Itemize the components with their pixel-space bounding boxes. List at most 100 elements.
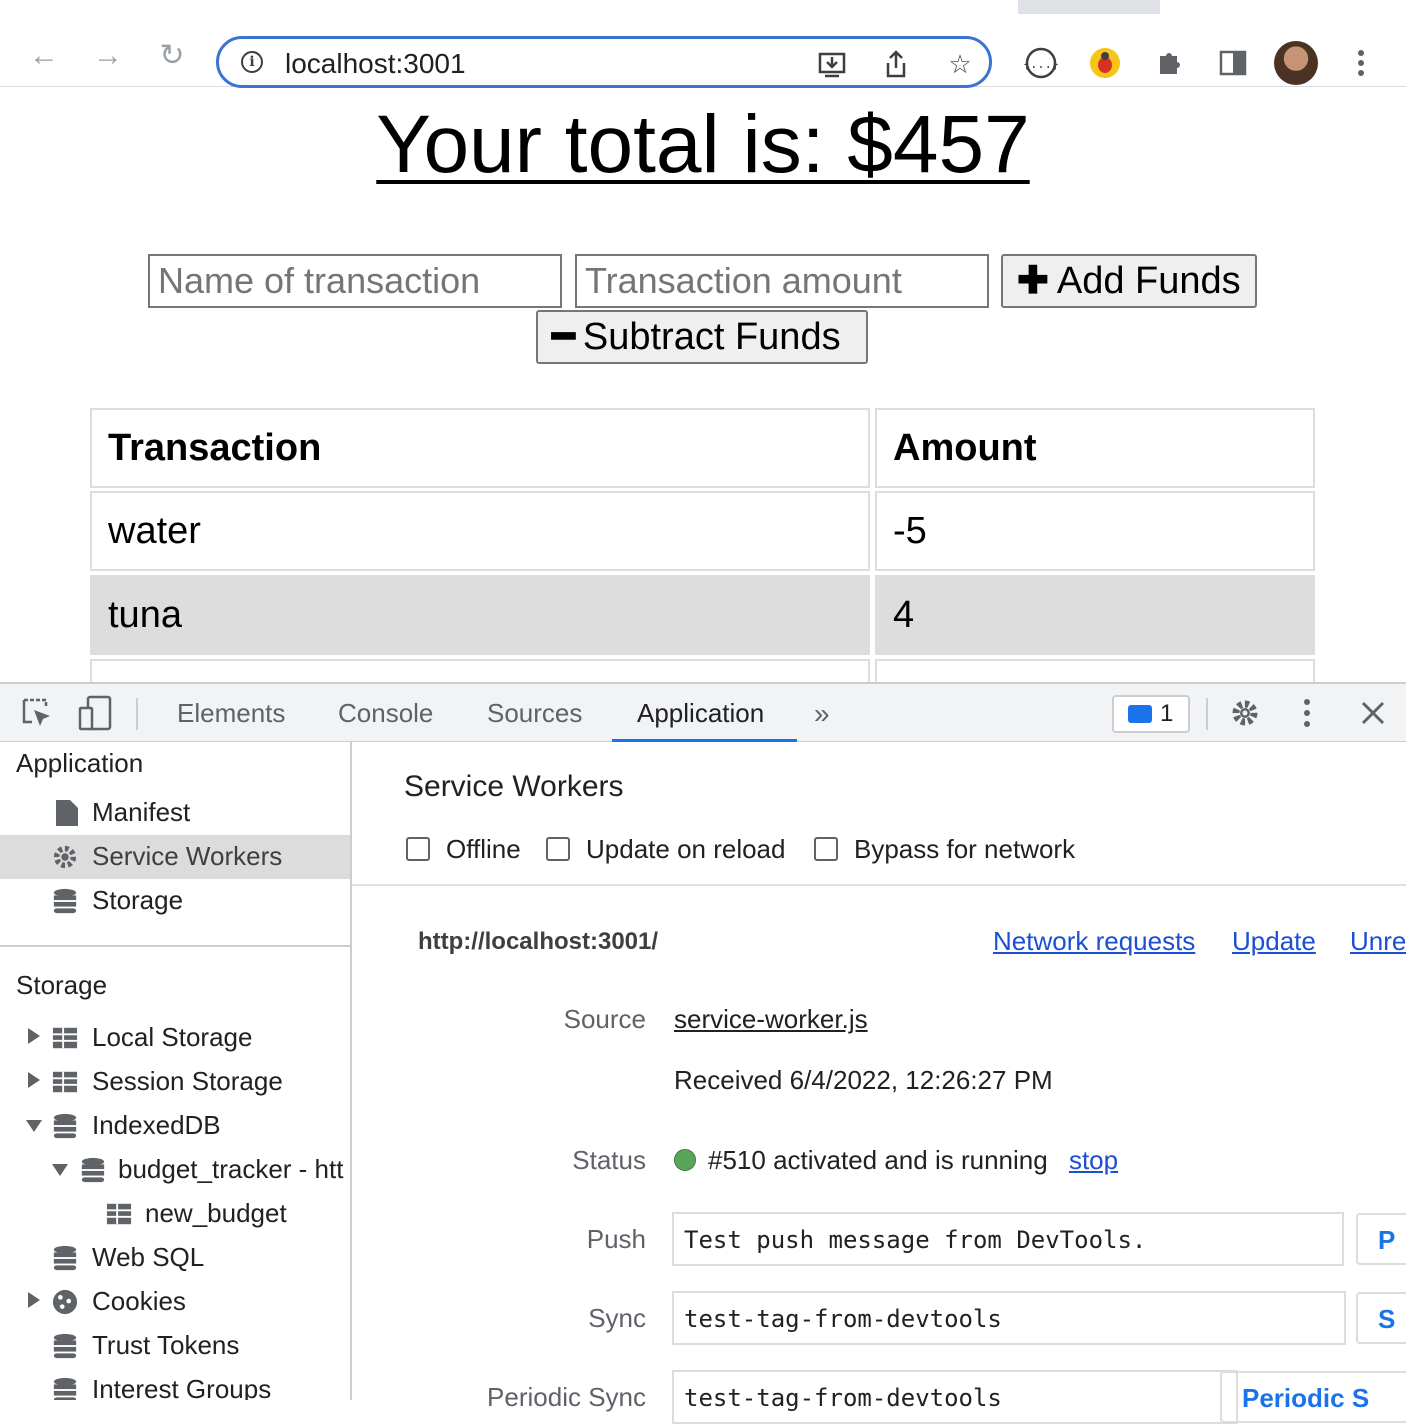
database-icon [53, 1113, 77, 1139]
table-cell-name: tuna [90, 575, 870, 655]
update-link[interactable]: Update [1232, 926, 1316, 957]
expand-arrow-icon[interactable] [28, 1028, 40, 1044]
status-text: #510 activated and is running [708, 1145, 1048, 1175]
sidebar-item-label: Manifest [92, 797, 191, 827]
sidebar-item-local-storage[interactable]: Local Storage [0, 1016, 350, 1060]
collapse-arrow-icon[interactable] [26, 1120, 42, 1132]
sidebar-item-label: Cookies [92, 1286, 186, 1316]
install-app-icon[interactable] [817, 49, 847, 79]
bug-extension-icon[interactable] [1088, 46, 1122, 80]
grid-icon [106, 1203, 132, 1225]
sidebar-item-web-sql[interactable]: Web SQL [0, 1236, 350, 1280]
gear-icon[interactable] [1228, 696, 1262, 735]
sidebar-item-interest-groups[interactable]: Interest Groups [0, 1368, 350, 1400]
sidebar-item-label: Session Storage [92, 1066, 283, 1096]
kebab-menu-icon[interactable] [1292, 696, 1322, 735]
expand-arrow-icon[interactable] [28, 1292, 40, 1308]
bypass-for-network-checkbox[interactable]: Bypass for network [814, 834, 1075, 865]
panel-title: Service Workers [404, 770, 624, 803]
unregister-link[interactable]: Unre [1350, 926, 1406, 957]
panel-divider [352, 884, 1406, 886]
source-file-link[interactable]: service-worker.js [674, 1004, 868, 1035]
sidebar-item-session-storage[interactable]: Session Storage [0, 1060, 350, 1104]
device-toolbar-icon[interactable] [78, 694, 114, 737]
checkbox-label: Bypass for network [854, 834, 1076, 864]
sidebar-item-manifest[interactable]: Manifest [0, 791, 350, 835]
chrome-menu-icon[interactable] [1344, 46, 1378, 80]
side-panel-icon[interactable] [1216, 46, 1250, 80]
browser-toolbar: ← → ↻ i localhost:3001 ☆ {...} [0, 14, 1406, 88]
grid-icon [52, 1027, 78, 1049]
forward-arrow-icon[interactable]: → [88, 36, 128, 76]
database-icon [53, 888, 77, 914]
sidebar-item-new-budget[interactable]: new_budget [0, 1192, 350, 1236]
sidebar-divider [0, 945, 350, 947]
push-button[interactable]: P [1356, 1213, 1406, 1265]
transaction-amount-input[interactable] [575, 254, 989, 308]
site-info-icon[interactable]: i [241, 51, 263, 73]
network-requests-link[interactable]: Network requests [993, 926, 1195, 957]
sidebar-item-label: Web SQL [92, 1242, 205, 1272]
checkbox-label: Offline [446, 834, 521, 864]
close-icon[interactable] [1356, 696, 1390, 735]
database-icon [53, 1377, 77, 1400]
tab-elements[interactable]: Elements [177, 698, 285, 729]
periodic-sync-tag-input[interactable]: test-tag-from-devtools [672, 1370, 1238, 1424]
sidebar-item-label: Local Storage [92, 1022, 253, 1052]
json-viewer-extension-icon[interactable]: {...} [1023, 46, 1059, 80]
table-cell-name: water [90, 491, 870, 571]
checkbox-box[interactable] [546, 837, 570, 861]
service-workers-panel: Service Workers Offline Update on reload… [352, 742, 1406, 1424]
reload-icon[interactable]: ↻ [152, 36, 192, 76]
tab-sources[interactable]: Sources [487, 698, 582, 729]
profile-avatar[interactable] [1274, 41, 1318, 85]
collapse-arrow-icon[interactable] [52, 1164, 68, 1176]
address-bar[interactable]: i localhost:3001 ☆ [216, 36, 992, 88]
sidebar-item-trust-tokens[interactable]: Trust Tokens [0, 1324, 350, 1368]
subtract-funds-label: Subtract Funds [582, 316, 841, 358]
sync-tag-input[interactable]: test-tag-from-devtools [672, 1291, 1346, 1345]
back-arrow-icon[interactable]: ← [24, 36, 64, 76]
sidebar-item-storage[interactable]: Storage [0, 879, 350, 923]
stop-link[interactable]: stop [1069, 1145, 1118, 1175]
sidebar-item-service-workers[interactable]: Service Workers [0, 835, 350, 879]
checkbox-box[interactable] [406, 837, 430, 861]
subtract-funds-button[interactable]: ━ Subtract Funds [536, 310, 868, 364]
inactive-tab[interactable] [1160, 0, 1406, 14]
periodic-sync-button[interactable]: Periodic S [1220, 1371, 1406, 1423]
checkbox-box[interactable] [814, 837, 838, 861]
document-icon [56, 800, 78, 826]
sidebar-item-cookies[interactable]: Cookies [0, 1280, 350, 1324]
bookmark-star-icon[interactable]: ☆ [945, 49, 975, 79]
grid-icon [52, 1071, 78, 1093]
tab-application[interactable]: Application [637, 698, 764, 729]
more-tabs-chevron-icon[interactable]: » [814, 698, 830, 730]
status-row: #510 activated and is running stop [674, 1145, 1118, 1176]
extensions-puzzle-icon[interactable] [1152, 46, 1186, 80]
address-url[interactable]: localhost:3001 [285, 48, 466, 80]
share-icon[interactable] [881, 49, 911, 79]
expand-arrow-icon[interactable] [28, 1072, 40, 1088]
cookie-icon [52, 1289, 78, 1315]
minus-icon: ━ [552, 316, 575, 358]
push-message-input[interactable]: Test push message from DevTools. [672, 1212, 1344, 1266]
transaction-name-input[interactable] [148, 254, 562, 308]
toolbar-divider [136, 698, 138, 730]
svg-text:{...}: {...} [1024, 57, 1058, 71]
offline-checkbox[interactable]: Offline [406, 834, 521, 865]
sidebar-item-label: Storage [92, 885, 184, 915]
status-label: Status [572, 1145, 646, 1175]
sidebar-item-budget-tracker[interactable]: budget_tracker - htt [0, 1148, 350, 1192]
update-on-reload-checkbox[interactable]: Update on reload [546, 834, 785, 865]
add-funds-label: Add Funds [1056, 260, 1241, 302]
sync-button[interactable]: S [1356, 1292, 1406, 1344]
issues-badge[interactable]: 1 [1112, 695, 1190, 733]
inspect-element-icon[interactable] [20, 696, 54, 735]
checkbox-label: Update on reload [586, 834, 786, 864]
message-icon [1128, 705, 1152, 723]
active-tab[interactable] [0, 0, 1018, 14]
sidebar-item-indexeddb[interactable]: IndexedDB [0, 1104, 350, 1148]
sidebar-item-label: Trust Tokens [92, 1330, 240, 1360]
tab-console[interactable]: Console [338, 698, 433, 729]
add-funds-button[interactable]: ✚ Add Funds [1001, 254, 1257, 308]
